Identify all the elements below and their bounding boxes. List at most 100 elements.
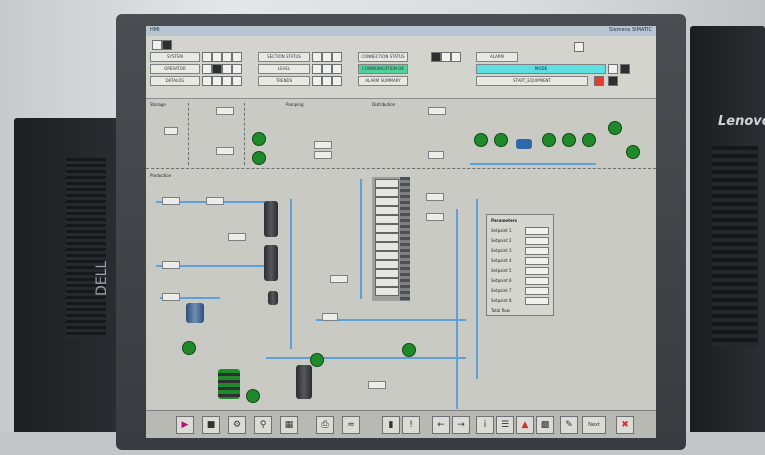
status-square: [222, 64, 232, 74]
pump-icon[interactable]: [310, 353, 324, 367]
table-row-value[interactable]: [525, 257, 549, 265]
grid-icon[interactable]: ▦: [280, 416, 298, 434]
status-field[interactable]: TRENDS: [258, 76, 310, 86]
next-button[interactable]: Next: [582, 416, 606, 434]
value-box[interactable]: [216, 147, 234, 155]
value-box[interactable]: [314, 141, 332, 149]
forward-icon[interactable]: →: [452, 416, 470, 434]
play-icon[interactable]: ▶: [176, 416, 194, 434]
status-square: [322, 76, 332, 86]
rack-row[interactable]: [375, 251, 399, 260]
tank-icon[interactable]: [268, 291, 278, 305]
table-row-value[interactable]: [525, 247, 549, 255]
rack-row[interactable]: [375, 224, 399, 233]
pump-icon[interactable]: [494, 133, 508, 147]
value-box[interactable]: [164, 127, 178, 135]
tank-icon[interactable]: [264, 245, 278, 281]
print-icon[interactable]: ⎙: [316, 416, 334, 434]
pipe: [456, 209, 458, 409]
pump-icon[interactable]: [246, 389, 260, 403]
value-box[interactable]: [162, 261, 180, 269]
table-row-value[interactable]: [525, 277, 549, 285]
page-icon[interactable]: ▮: [382, 416, 400, 434]
status-field[interactable]: LEVEL: [258, 64, 310, 74]
stop-icon[interactable]: ■: [202, 416, 220, 434]
table-row-value[interactable]: [525, 297, 549, 305]
pump-icon[interactable]: [182, 341, 196, 355]
tank-icon[interactable]: [264, 201, 278, 237]
filter-icon[interactable]: [186, 303, 204, 323]
status-field[interactable]: CONNECTION STATUS: [358, 52, 408, 62]
rack-row[interactable]: [375, 233, 399, 242]
status-field[interactable]: DATALOG: [150, 76, 200, 86]
pipe: [316, 319, 466, 321]
rack-row[interactable]: [375, 215, 399, 224]
rack-row[interactable]: [375, 287, 399, 296]
rack-row[interactable]: [375, 260, 399, 269]
communication-status[interactable]: COMMUNICATION OK: [358, 64, 408, 74]
trend-icon[interactable]: ≈: [342, 416, 360, 434]
pump-icon[interactable]: [608, 121, 622, 135]
table-row-label: Setpoint 7: [491, 288, 512, 293]
value-box[interactable]: [216, 107, 234, 115]
pump-icon[interactable]: [626, 145, 640, 159]
value-box[interactable]: [228, 233, 246, 241]
start-equipment-field[interactable]: START_EQUIPMENT: [476, 76, 588, 86]
value-box[interactable]: [162, 197, 180, 205]
edit-icon[interactable]: ✎: [560, 416, 578, 434]
table-row-value[interactable]: [525, 237, 549, 245]
rack-row[interactable]: [375, 188, 399, 197]
rack-row[interactable]: [375, 269, 399, 278]
value-box[interactable]: [428, 107, 446, 115]
tank-icon[interactable]: [296, 365, 312, 399]
pump-icon[interactable]: [474, 133, 488, 147]
case-vent: [66, 158, 106, 338]
rack-row[interactable]: [375, 278, 399, 287]
pump-icon[interactable]: [252, 132, 266, 146]
header-bar: SYSTEM SECTION STATUS CONNECTION STATUS …: [146, 36, 656, 99]
alarm-icon[interactable]: !: [402, 416, 420, 434]
status-field[interactable]: ALARM SUMMARY: [358, 76, 408, 86]
value-box[interactable]: [426, 193, 444, 201]
mode-indicator[interactable]: MODE: [476, 64, 606, 74]
tool-icon[interactable]: ⚙: [228, 416, 246, 434]
value-box[interactable]: [428, 151, 444, 159]
alarm-list-icon[interactable]: ▲: [516, 416, 534, 434]
pump-icon[interactable]: [402, 343, 416, 357]
rack-row[interactable]: [375, 206, 399, 215]
pump-icon[interactable]: [252, 151, 266, 165]
rack-row[interactable]: [375, 242, 399, 251]
value-box[interactable]: [206, 197, 224, 205]
value-box[interactable]: [322, 313, 338, 321]
value-box[interactable]: [368, 381, 386, 389]
alarm-square[interactable]: [594, 76, 604, 86]
heater-icon[interactable]: [218, 369, 240, 399]
status-field[interactable]: OPERATOR: [150, 64, 200, 74]
exit-icon[interactable]: ✖: [616, 416, 634, 434]
info-icon[interactable]: i: [476, 416, 494, 434]
rack-row[interactable]: [375, 179, 399, 188]
value-box[interactable]: [162, 293, 180, 301]
status-field[interactable]: ALARM: [476, 52, 518, 62]
status-field[interactable]: SYSTEM: [150, 52, 200, 62]
pump-icon[interactable]: [582, 133, 596, 147]
menu-button[interactable]: [152, 40, 162, 50]
rack-row[interactable]: [375, 197, 399, 206]
status-field[interactable]: SECTION STATUS: [258, 52, 310, 62]
value-box[interactable]: [330, 275, 348, 283]
value-box[interactable]: [314, 151, 332, 159]
table-row-value[interactable]: [525, 287, 549, 295]
valve-icon[interactable]: [516, 139, 532, 149]
status-square: [322, 52, 332, 62]
config-icon[interactable]: ☰: [496, 416, 514, 434]
back-icon[interactable]: ←: [432, 416, 450, 434]
table-row-value[interactable]: [525, 227, 549, 235]
menu-button[interactable]: [162, 40, 172, 50]
search-icon[interactable]: ⚲: [254, 416, 272, 434]
pump-icon[interactable]: [542, 133, 556, 147]
status-square: [232, 52, 242, 62]
table-row-value[interactable]: [525, 267, 549, 275]
chart-icon[interactable]: ▩: [536, 416, 554, 434]
pump-icon[interactable]: [562, 133, 576, 147]
value-box[interactable]: [426, 213, 444, 221]
